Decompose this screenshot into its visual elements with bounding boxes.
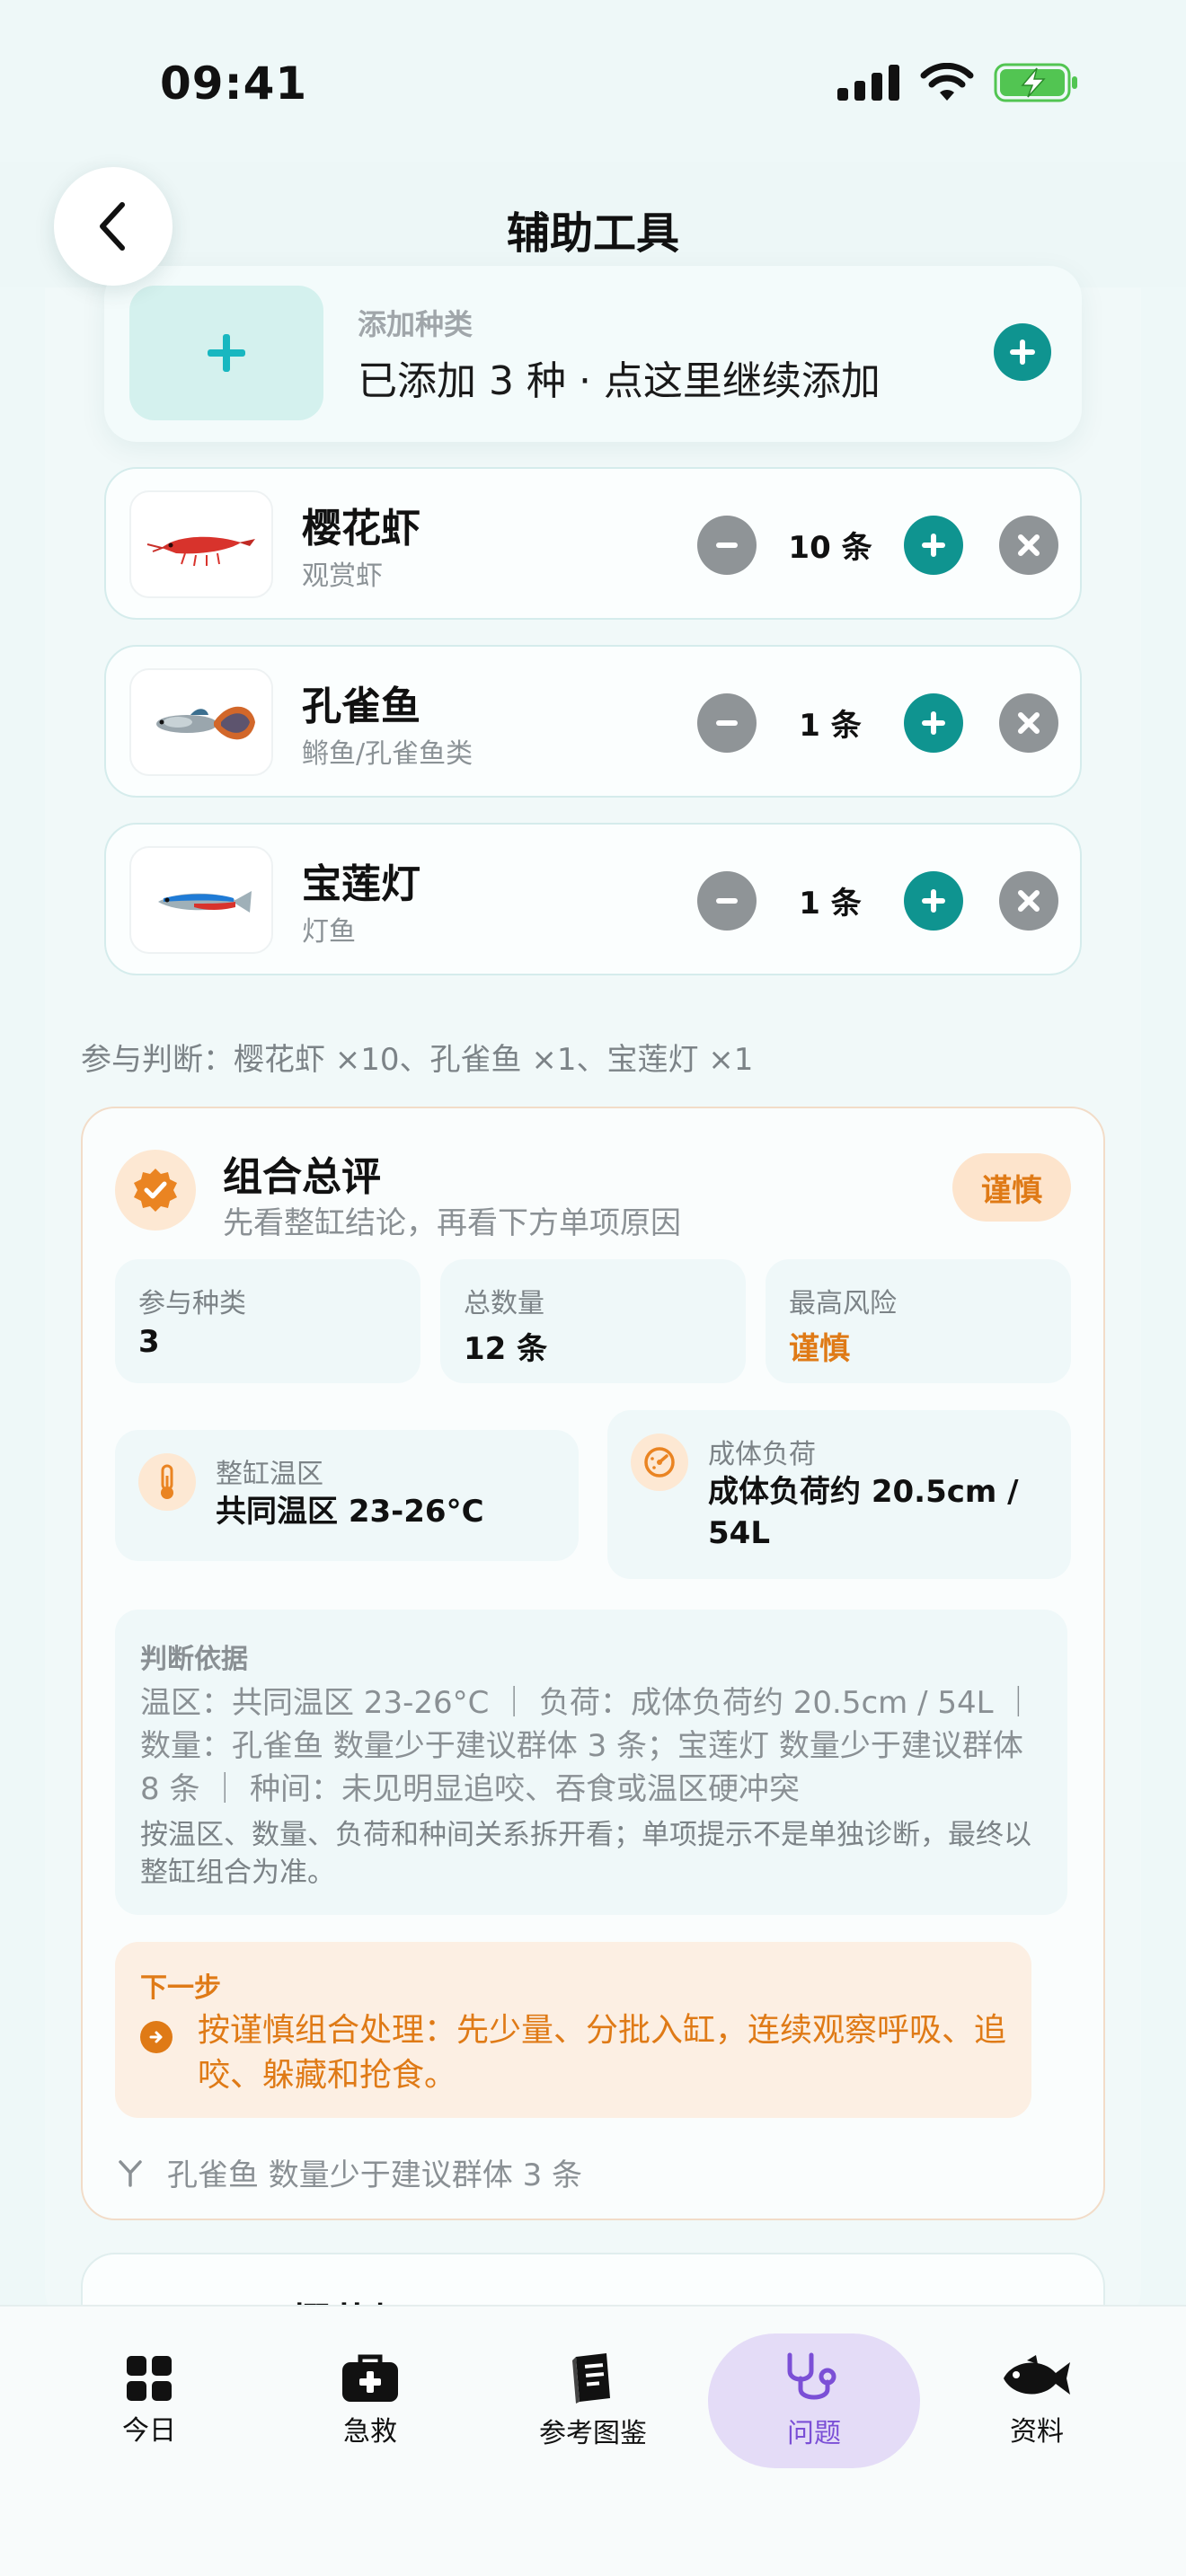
increase-button[interactable] — [904, 693, 963, 753]
tab-materials[interactable]: 资料 — [938, 2333, 1136, 2468]
temperature-value: 共同温区 23-26°C — [216, 1494, 484, 1530]
plus-icon — [922, 711, 945, 735]
temperature-label: 整缸温区 — [216, 1459, 323, 1490]
next-step-heading: 下一步 — [140, 1972, 221, 2004]
add-species-status: 已添加 3 种 · 点这里继续添加 — [358, 358, 881, 404]
species-name: 孔雀鱼 — [302, 684, 420, 729]
participating-species-line: 参与判断：樱花虾 ×10、孔雀鱼 ×1、宝莲灯 ×1 — [81, 1042, 754, 1078]
increase-button[interactable] — [904, 516, 963, 575]
species-card: 樱花虾 观赏虾 10 条 — [104, 467, 1082, 620]
fish-icon — [1004, 2355, 1070, 2395]
species-count: 1 条 — [799, 886, 862, 922]
species-image-guppy — [129, 668, 273, 776]
plus-icon — [1010, 340, 1035, 365]
add-species-label: 添加种类 — [358, 307, 474, 341]
basis-text: 温区：共同温区 23-26°C ｜ 负荷：成体负荷约 20.5cm / 54L … — [140, 1685, 1034, 1807]
decrease-button[interactable] — [697, 693, 757, 753]
thermometer-icon — [138, 1453, 196, 1511]
adult-load-box: 成体负荷 成体负荷约 20.5cm / 54L — [607, 1410, 1071, 1579]
battery-charging-icon — [994, 63, 1077, 102]
stat-value: 谨慎 — [789, 1331, 850, 1367]
minus-icon — [716, 898, 738, 904]
species-count: 10 条 — [788, 530, 872, 566]
species-name: 樱花虾 — [302, 506, 420, 551]
book-icon — [572, 2353, 610, 2404]
close-icon — [1018, 890, 1040, 912]
tab-label: 参考图鉴 — [539, 2418, 647, 2449]
minus-icon — [716, 543, 738, 548]
load-value-line1: 成体负荷约 20.5cm / — [708, 1474, 1019, 1510]
species-count: 1 条 — [799, 708, 862, 744]
next-step-box: 下一步 按谨慎组合处理：先少量、分批入缸，连续观察呼吸、追咬、躲藏和抢食。 — [115, 1942, 1031, 2118]
increase-button[interactable] — [904, 871, 963, 931]
next-step-text: 按谨慎组合处理：先少量、分批入缸，连续观察呼吸、追咬、躲藏和抢食。 — [198, 2012, 1007, 2094]
load-value-line2: 54L — [708, 1515, 770, 1551]
risk-badge: 谨慎 — [952, 1153, 1071, 1222]
add-species-card[interactable]: 添加种类 已添加 3 种 · 点这里继续添加 — [104, 266, 1082, 442]
stat-label: 总数量 — [464, 1288, 544, 1319]
stat-label: 参与种类 — [138, 1288, 246, 1319]
stethoscope-icon — [787, 2352, 836, 2400]
remove-species-button[interactable] — [999, 871, 1058, 931]
judgment-basis-box: 判断依据 温区：共同温区 23-26°C ｜ 负荷：成体负荷约 20.5cm /… — [115, 1610, 1067, 1915]
close-icon — [1018, 712, 1040, 734]
species-card: 孔雀鱼 鳉鱼/孔雀鱼类 1 条 — [104, 645, 1082, 798]
species-category: 灯鱼 — [302, 916, 356, 948]
tab-today[interactable]: 今日 — [50, 2333, 248, 2468]
species-card: 宝莲灯 灯鱼 1 条 — [104, 823, 1082, 975]
temperature-range-box: 整缸温区 共同温区 23-26°C — [115, 1430, 579, 1561]
wifi-icon — [920, 63, 974, 101]
stat-value: 12 条 — [464, 1331, 548, 1367]
tab-label: 急救 — [343, 2416, 397, 2448]
first-aid-kit-icon — [342, 2354, 398, 2402]
plus-icon — [922, 889, 945, 913]
close-icon — [1018, 534, 1040, 556]
minus-icon — [716, 720, 738, 726]
footnote-text: 孔雀鱼 数量少于建议群体 3 条 — [167, 2157, 583, 2193]
remove-species-button[interactable] — [999, 693, 1058, 753]
basis-note: 按温区、数量、负荷和种间关系拆开看；单项提示不是单独诊断，最终以整缸组合为准。 — [140, 1819, 1031, 1889]
status-time: 09:41 — [160, 57, 308, 110]
tab-label: 资料 — [1010, 2416, 1064, 2448]
plus-icon — [922, 534, 945, 557]
basis-heading: 判断依据 — [140, 1644, 248, 1675]
summary-title: 组合总评 — [223, 1154, 381, 1200]
add-species-button[interactable] — [994, 323, 1051, 381]
species-image-shrimp — [129, 490, 273, 598]
cellular-signal-icon — [837, 65, 899, 101]
load-label: 成体负荷 — [708, 1439, 816, 1470]
status-bar: 09:41 — [0, 0, 1186, 162]
species-category: 观赏虾 — [302, 560, 383, 592]
tab-reference-guide[interactable]: 参考图鉴 — [494, 2333, 692, 2468]
warning-footnote: 孔雀鱼 数量少于建议群体 3 条 — [115, 2150, 582, 2194]
plus-icon — [208, 334, 245, 372]
remove-species-button[interactable] — [999, 516, 1058, 575]
stat-value: 3 — [138, 1324, 160, 1360]
gauge-icon — [631, 1434, 688, 1491]
decrease-button[interactable] — [697, 516, 757, 575]
verified-badge-icon — [115, 1150, 196, 1231]
stat-label: 最高风险 — [789, 1288, 897, 1319]
species-image-neon-tetra — [129, 846, 273, 954]
species-name: 宝莲灯 — [302, 861, 420, 907]
tab-label: 今日 — [122, 2415, 176, 2447]
tab-problems[interactable]: 问题 — [708, 2333, 920, 2468]
grid-icon — [127, 2356, 172, 2401]
add-thumbnail — [129, 286, 323, 420]
stat-species-count: 参与种类 3 — [115, 1259, 420, 1383]
bottom-tab-bar: 今日 急救 参考图鉴 问题 资料 — [0, 2305, 1186, 2576]
summary-subtitle: 先看整缸结论，再看下方单项原因 — [223, 1205, 681, 1241]
status-icons — [837, 63, 1078, 102]
tab-first-aid[interactable]: 急救 — [271, 2333, 469, 2468]
decrease-button[interactable] — [697, 871, 757, 931]
branch-icon — [119, 2159, 142, 2187]
stat-total-count: 总数量 12 条 — [440, 1259, 746, 1383]
arrow-right-circle-icon — [140, 2021, 173, 2053]
species-category: 鳉鱼/孔雀鱼类 — [302, 738, 474, 770]
stat-highest-risk: 最高风险 谨慎 — [766, 1259, 1071, 1383]
combination-summary-card: 组合总评 先看整缸结论，再看下方单项原因 谨慎 参与种类 3 总数量 12 条 … — [81, 1107, 1105, 2220]
tab-label: 问题 — [787, 2418, 841, 2449]
page-title: 辅助工具 — [506, 208, 679, 259]
